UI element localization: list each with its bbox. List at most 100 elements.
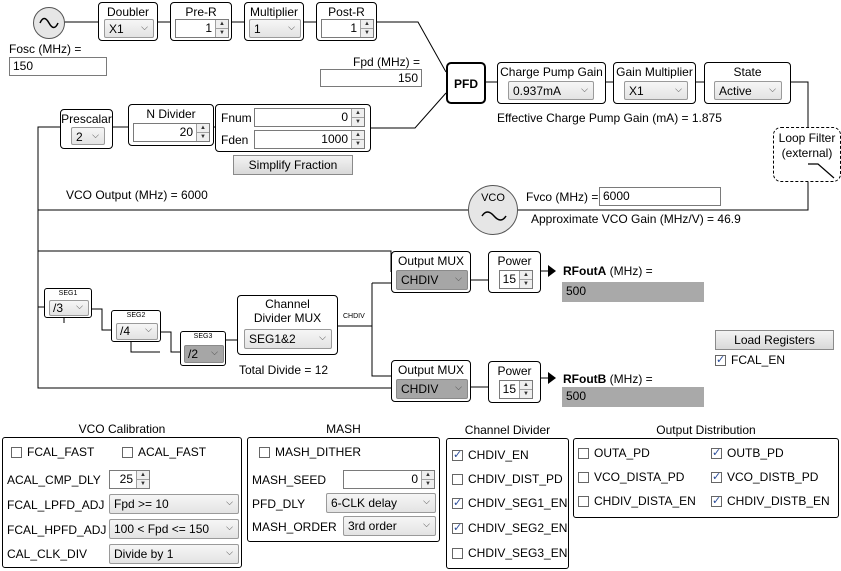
state-dropdown[interactable]: Active ⌵ xyxy=(714,81,782,100)
prescalar-block: Prescalar 2 ⌵ xyxy=(60,109,113,149)
gain-multiplier-dropdown[interactable]: X1 ⌵ xyxy=(624,81,688,100)
power-a-stepper[interactable]: 15 ▲ ▼ xyxy=(499,270,533,289)
fcal-en-label: FCAL_EN xyxy=(731,353,786,367)
rfoutb-unit: (MHz) = xyxy=(609,372,653,386)
seg1-value: /3 xyxy=(53,301,64,315)
vco-label: VCO xyxy=(481,192,505,204)
rfoutb-name: RFoutB xyxy=(563,372,607,386)
vco-distb-pd-checkbox[interactable]: VCO_DISTB_PD xyxy=(711,470,818,484)
arrow-down-icon[interactable]: ▼ xyxy=(352,118,364,127)
chdiv-dist-pd-checkbox[interactable]: CHDIV_DIST_PD xyxy=(452,472,563,486)
n-divider-stepper[interactable]: 20 ▲ ▼ xyxy=(133,123,210,142)
seg3-dropdown[interactable]: /2 ⌵ xyxy=(184,345,224,363)
arrow-down-icon[interactable]: ▼ xyxy=(361,29,373,38)
fnum-stepper[interactable]: 0 ▲ ▼ xyxy=(254,108,365,127)
acal-cmp-dly-stepper[interactable]: 25 ▲ ▼ xyxy=(109,470,150,489)
arrow-up-icon[interactable]: ▲ xyxy=(361,20,373,29)
chdiv-en-checkbox[interactable]: CHDIV_EN xyxy=(452,448,529,462)
vco-dista-pd-checkbox[interactable]: VCO_DISTA_PD xyxy=(578,470,684,484)
fcal-fast-checkbox[interactable]: FCAL_FAST xyxy=(11,445,94,459)
mash-order-dropdown[interactable]: 3rd order ⌵ xyxy=(343,516,436,536)
mash-dither-label: MASH_DITHER xyxy=(275,445,362,459)
arrow-up-icon[interactable]: ▲ xyxy=(137,471,149,480)
arrow-up-icon[interactable]: ▲ xyxy=(352,109,364,118)
chevron-down-icon: ⌵ xyxy=(226,497,233,507)
mash-seed-stepper[interactable]: 0 ▲ ▼ xyxy=(343,470,435,489)
effective-cp-gain-label: Effective Charge Pump Gain (mA) = 1.875 xyxy=(497,111,722,125)
load-registers-button[interactable]: Load Registers xyxy=(715,330,834,350)
simplify-fraction-button[interactable]: Simplify Fraction xyxy=(233,155,353,175)
cal-clk-div-dropdown[interactable]: Divide by 1 ⌵ xyxy=(109,544,239,564)
power-b-stepper[interactable]: 15 ▲ ▼ xyxy=(499,380,533,399)
arrow-down-icon[interactable]: ▼ xyxy=(137,480,149,489)
channel-divider-mux-block: Channel Divider MUX SEG1&2 ⌵ xyxy=(237,295,338,355)
charge-pump-gain-dropdown[interactable]: 0.937mA ⌵ xyxy=(508,81,594,100)
arrow-down-icon[interactable]: ▼ xyxy=(520,280,532,289)
post-r-stepper[interactable]: 1 ▲ ▼ xyxy=(321,19,374,38)
arrow-up-icon[interactable]: ▲ xyxy=(520,271,532,280)
arrow-up-icon[interactable]: ▲ xyxy=(520,381,532,390)
outb-pd-checkbox[interactable]: OUTB_PD xyxy=(711,446,784,460)
fvco-input[interactable]: 6000 xyxy=(599,187,721,206)
chdiv-wire-label: CHDIV xyxy=(343,313,365,320)
doubler-value: X1 xyxy=(109,22,124,36)
vco-gain-value: 46.9 xyxy=(717,212,741,226)
doubler-dropdown[interactable]: X1 ⌵ xyxy=(104,19,154,38)
multiplier-dropdown[interactable]: 1 ⌵ xyxy=(249,19,301,38)
outb-pd-label: OUTB_PD xyxy=(727,446,784,460)
arrow-up-icon[interactable]: ▲ xyxy=(216,20,228,29)
mash-dither-checkbox[interactable]: MASH_DITHER xyxy=(259,445,361,459)
fnum-label: Fnum xyxy=(221,111,252,125)
pre-r-stepper[interactable]: 1 ▲ ▼ xyxy=(175,19,229,38)
chdiv-seg2-en-checkbox[interactable]: CHDIV_SEG2_EN xyxy=(452,521,567,535)
mash-seed-label: MASH_SEED xyxy=(252,473,327,487)
chdiv-distb-en-checkbox[interactable]: CHDIV_DISTB_EN xyxy=(711,494,830,508)
arrow-down-icon[interactable]: ▼ xyxy=(352,140,364,149)
arrow-up-icon[interactable]: ▲ xyxy=(352,131,364,140)
pre-r-block: Pre-R 1 ▲ ▼ xyxy=(170,2,232,41)
fcal-hpfd-adj-dropdown[interactable]: 100 < Fpd <= 150 ⌵ xyxy=(109,519,239,539)
chdiv-dista-en-checkbox[interactable]: CHDIV_DISTA_EN xyxy=(578,494,696,508)
seg2-block: SEG2 /4 ⌵ xyxy=(111,310,161,342)
output-mux-a-dropdown[interactable]: CHDIV ⌵ xyxy=(396,270,468,290)
fcal-lpfd-adj-value: Fpd >= 10 xyxy=(114,497,169,511)
fden-stepper[interactable]: 1000 ▲ ▼ xyxy=(254,130,365,149)
chevron-down-icon: ⌵ xyxy=(141,22,148,32)
fosc-input[interactable]: 150 xyxy=(9,57,107,76)
n-divider-block: N Divider 20 ▲ ▼ xyxy=(128,104,214,146)
fcal-lpfd-adj-dropdown[interactable]: Fpd >= 10 ⌵ xyxy=(109,494,239,514)
pfd-dly-dropdown[interactable]: 6-CLK delay ⌵ xyxy=(326,493,436,513)
gain-multiplier-block: Gain Multiplier X1 ⌵ xyxy=(613,62,696,104)
seg2-dropdown[interactable]: /4 ⌵ xyxy=(116,323,158,340)
outa-pd-checkbox[interactable]: OUTA_PD xyxy=(578,446,650,460)
channel-mux-title2: Divider MUX xyxy=(253,311,322,325)
chdiv-seg1-en-checkbox[interactable]: CHDIV_SEG1_EN xyxy=(452,496,567,510)
prescalar-value: 2 xyxy=(76,130,83,144)
chdiv-seg3-en-checkbox[interactable]: CHDIV_SEG3_EN xyxy=(452,546,567,560)
arrow-down-icon[interactable]: ▼ xyxy=(197,133,209,142)
output-mux-b-dropdown[interactable]: CHDIV ⌵ xyxy=(396,379,468,399)
arrow-down-icon[interactable]: ▼ xyxy=(422,480,434,489)
fcal-en-checkbox[interactable]: FCAL_EN xyxy=(715,353,785,367)
chdiv-seg2-en-label: CHDIV_SEG2_EN xyxy=(468,521,568,535)
prescalar-dropdown[interactable]: 2 ⌵ xyxy=(71,127,105,145)
pfd-block[interactable]: PFD xyxy=(446,62,486,104)
channel-divider-title: Channel Divider xyxy=(464,423,551,437)
filter-curve-icon xyxy=(808,163,835,179)
power-b-block: Power 15 ▲ ▼ xyxy=(488,361,541,403)
seg1-dropdown[interactable]: /3 ⌵ xyxy=(49,300,89,316)
output-distribution-panel: OUTA_PD OUTB_PD VCO_DISTA_PD VCO_DISTB_P… xyxy=(573,438,839,518)
mash-seed-value: 0 xyxy=(411,472,418,486)
charge-pump-gain-value: 0.937mA xyxy=(513,84,562,98)
arrow-up-icon[interactable]: ▲ xyxy=(197,124,209,133)
checkbox-icon xyxy=(452,473,463,485)
total-divide-value: 12 xyxy=(314,363,329,377)
arrow-down-icon[interactable]: ▼ xyxy=(520,390,532,399)
acal-cmp-dly-label: ACAL_CMP_DLY xyxy=(7,473,101,487)
pre-r-value: 1 xyxy=(205,21,212,35)
channel-mux-dropdown[interactable]: SEG1&2 ⌵ xyxy=(244,329,332,349)
arrow-down-icon[interactable]: ▼ xyxy=(216,29,228,38)
arrow-up-icon[interactable]: ▲ xyxy=(422,471,434,480)
acal-fast-checkbox[interactable]: ACAL_FAST xyxy=(122,445,206,459)
fpd-output: 150 xyxy=(320,69,422,87)
